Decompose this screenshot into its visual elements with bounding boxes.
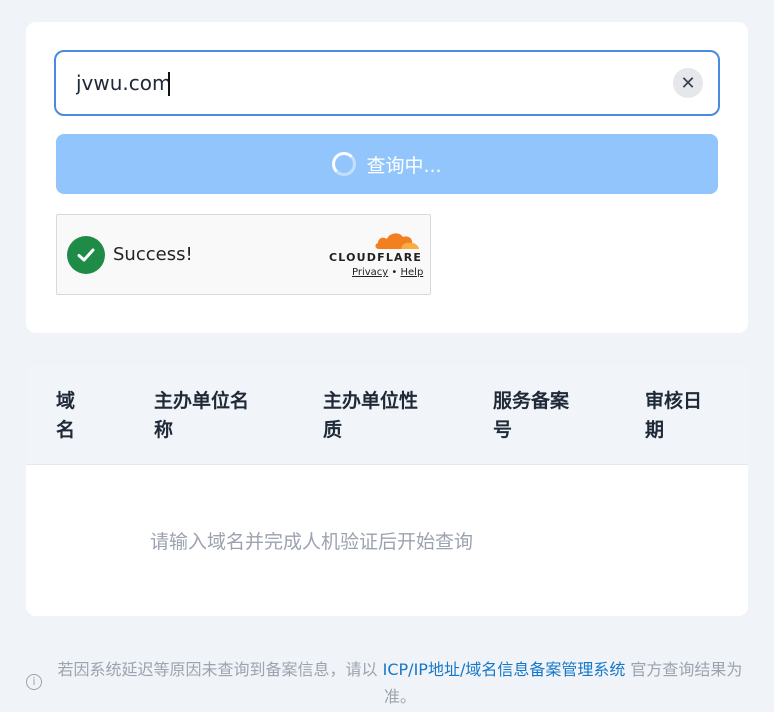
close-icon: ✕ bbox=[680, 72, 696, 94]
column-header-organizer-type: 主办单位性质 bbox=[323, 390, 419, 441]
empty-state-text: 请输入域名并完成人机验证后开始查询 bbox=[150, 531, 474, 553]
column-header-organizer: 主办单位名称 bbox=[154, 390, 250, 441]
domain-input[interactable] bbox=[76, 66, 656, 100]
link-separator: • bbox=[391, 267, 398, 278]
table-header: 域名 主办单位名称 主办单位性质 服务备案号 审核日期 bbox=[26, 365, 748, 465]
results-table: 域名 主办单位名称 主办单位性质 服务备案号 审核日期 请输入域名并完成人机验证… bbox=[26, 365, 748, 616]
help-link[interactable]: Help bbox=[401, 267, 424, 278]
column-header-domain: 域名 bbox=[56, 390, 76, 441]
footer-text-before: 若因系统延迟等原因未查询到备案信息，请以 bbox=[57, 660, 383, 679]
search-card: ✕ 查询中... Success! CLOUDFLARE Privacy • H… bbox=[26, 22, 748, 333]
info-icon: i bbox=[26, 674, 42, 690]
captcha-status: Success! bbox=[113, 244, 193, 265]
footer-text: 若因系统延迟等原因未查询到备案信息，请以 ICP/IP地址/域名信息备案管理系统… bbox=[50, 656, 750, 710]
domain-input-wrapper[interactable]: ✕ bbox=[54, 50, 720, 116]
cloudflare-logo: CLOUDFLARE Privacy • Help bbox=[327, 229, 423, 289]
privacy-link[interactable]: Privacy bbox=[352, 267, 388, 278]
text-caret bbox=[168, 72, 170, 96]
clear-input-button[interactable]: ✕ bbox=[673, 68, 703, 98]
query-button-label: 查询中... bbox=[366, 154, 442, 177]
captcha-links: Privacy • Help bbox=[352, 267, 423, 278]
loading-spinner-icon bbox=[332, 152, 357, 176]
icp-system-link[interactable]: ICP/IP地址/域名信息备案管理系统 bbox=[383, 660, 626, 679]
query-button[interactable]: 查询中... bbox=[56, 134, 718, 194]
cloudflare-wordmark: CLOUDFLARE bbox=[329, 251, 423, 264]
column-header-license-number: 服务备案号 bbox=[493, 390, 570, 441]
cloudflare-cloud-icon bbox=[375, 233, 419, 249]
column-header-review-date: 审核日期 bbox=[645, 390, 703, 441]
cloudflare-turnstile-widget[interactable]: Success! CLOUDFLARE Privacy • Help bbox=[56, 214, 431, 295]
success-check-icon bbox=[67, 236, 105, 274]
